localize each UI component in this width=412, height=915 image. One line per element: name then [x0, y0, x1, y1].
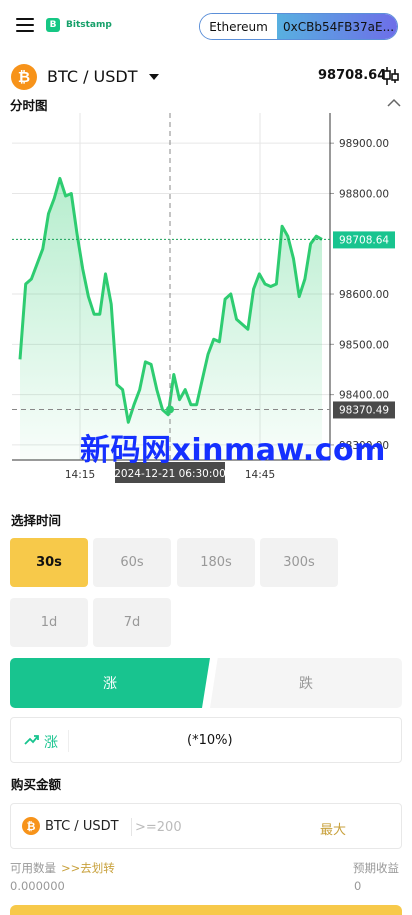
- trend-up-icon: [24, 735, 39, 745]
- top-bar: B Bitstamp Ethereum 0xCBb54FB37aE...: [0, 0, 412, 52]
- payout-rate-value: (*10%): [187, 733, 233, 748]
- x-tick-label: 14:15: [65, 469, 95, 481]
- chart-header: 分时图: [0, 92, 412, 114]
- y-tick-label: 98400.00: [339, 390, 389, 402]
- wallet-address: 0xCBb54FB37aE...: [277, 14, 397, 39]
- brand-logo-mark: B: [46, 18, 60, 32]
- available-value: 0.000000: [10, 879, 65, 893]
- crosshair-point: [166, 405, 174, 414]
- crosshair-time-tag: 2024-12-21 06:30:00: [114, 468, 226, 480]
- pair-selector-row: ₿ BTC / USDT 98708.64: [0, 60, 412, 94]
- wallet-connect-button[interactable]: Ethereum 0xCBb54FB37aE...: [199, 13, 398, 40]
- y-tick-label: 98500.00: [339, 339, 389, 351]
- time-option-7d[interactable]: 7d: [93, 598, 171, 647]
- divider: [131, 818, 132, 836]
- brand-logo[interactable]: B Bitstamp: [46, 18, 112, 32]
- rate-direction-label: 涨: [44, 735, 58, 751]
- watermark-text: 新码网xinmaw.com: [80, 433, 386, 468]
- brand-name: Bitstamp: [66, 20, 112, 30]
- divider: [68, 730, 69, 752]
- current-price: 98708.64: [318, 68, 387, 83]
- chevron-up-icon[interactable]: [387, 96, 401, 110]
- btc-icon: ₿: [11, 64, 37, 90]
- menu-icon[interactable]: [16, 18, 34, 32]
- chart-title: 分时图: [10, 98, 48, 113]
- expected-profit-value: 0: [354, 879, 362, 893]
- buy-up-button[interactable]: 涨: [10, 658, 210, 708]
- y-tick-label: 98900.00: [339, 138, 389, 150]
- direction-toggle: 涨 跌: [10, 658, 402, 708]
- time-option-30s[interactable]: 30s: [10, 538, 88, 587]
- time-option-1d[interactable]: 1d: [10, 598, 88, 647]
- y-tick-label: 98800.00: [339, 188, 389, 200]
- amount-section-title: 购买金额: [11, 777, 62, 792]
- candlestick-icon[interactable]: [382, 66, 400, 86]
- time-option-300s[interactable]: 300s: [260, 538, 338, 587]
- crosshair-price-tag: 98370.49: [339, 404, 389, 416]
- amount-input[interactable]: [135, 816, 295, 838]
- current-price-tag: 98708.64: [339, 234, 389, 246]
- network-label: Ethereum: [200, 14, 277, 39]
- time-section-title: 选择时间: [11, 513, 62, 528]
- available-label: 可用数量: [10, 861, 56, 875]
- pair-name[interactable]: BTC / USDT: [47, 67, 138, 86]
- transfer-link[interactable]: >>去划转: [61, 860, 115, 876]
- expected-profit-label: 预期收益: [353, 861, 399, 875]
- time-option-60s[interactable]: 60s: [93, 538, 171, 587]
- chevron-down-icon[interactable]: [149, 74, 159, 80]
- buy-down-button[interactable]: 跌: [210, 658, 402, 708]
- max-amount-button[interactable]: 最大: [320, 819, 346, 838]
- time-option-180s[interactable]: 180s: [177, 538, 255, 587]
- x-tick-label: 14:45: [245, 469, 275, 481]
- amount-input-box: ₿ BTC / USDT 最大: [10, 803, 402, 849]
- y-tick-label: 98600.00: [339, 289, 389, 301]
- submit-order-button[interactable]: [10, 905, 402, 915]
- payout-rate-box: 涨 (*10%): [10, 717, 402, 763]
- btc-icon: ₿: [22, 817, 40, 835]
- amount-pair-label: BTC / USDT: [45, 819, 119, 834]
- price-area: [20, 178, 322, 460]
